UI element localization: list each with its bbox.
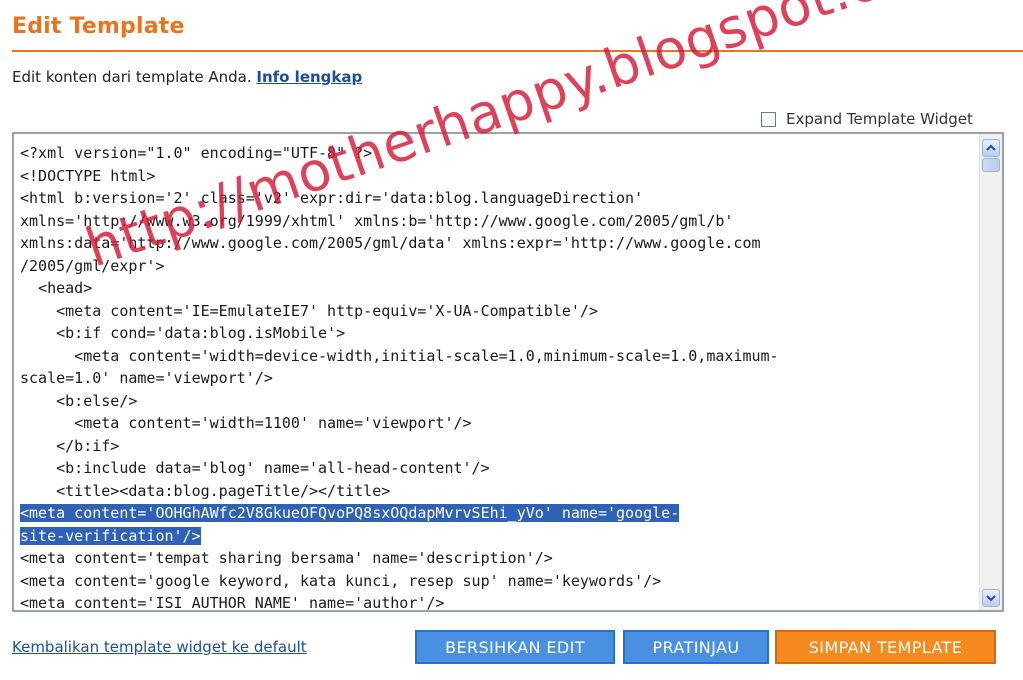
editor-scrollbar[interactable] bbox=[979, 134, 1002, 610]
code-line[interactable]: <meta content='tempat sharing bersama' n… bbox=[20, 547, 972, 570]
scroll-thumb[interactable] bbox=[982, 158, 1000, 172]
code-line[interactable]: <meta content='google keyword, kata kunc… bbox=[20, 570, 972, 593]
code-line[interactable]: <b:else/> bbox=[20, 390, 972, 413]
code-line[interactable]: site-verification'/> bbox=[20, 525, 972, 548]
template-code[interactable]: <?xml version="1.0" encoding="UTF-8" ?> <… bbox=[20, 142, 972, 610]
info-link[interactable]: Info lengkap bbox=[256, 68, 362, 86]
code-line[interactable]: <head> bbox=[20, 277, 972, 300]
code-line[interactable]: <meta content='OOHGhAWfc2V8GkueOFQvoPQ8s… bbox=[20, 502, 972, 525]
code-line[interactable]: xmlns='http://www.w3.org/1999/xhtml' xml… bbox=[20, 210, 972, 233]
code-line[interactable]: <b:if cond='data:blog.isMobile'> bbox=[20, 322, 972, 345]
code-line[interactable]: xmlns:data='http://www.google.com/2005/g… bbox=[20, 232, 972, 255]
code-line[interactable]: <meta content='width=device-width,initia… bbox=[20, 345, 972, 368]
preview-button[interactable]: PRATINJAU bbox=[623, 630, 769, 664]
code-line[interactable]: <b:include data='blog' name='all-head-co… bbox=[20, 457, 972, 480]
chevron-down-icon bbox=[986, 595, 996, 602]
code-line[interactable]: <!DOCTYPE html> bbox=[20, 165, 972, 188]
chevron-up-icon bbox=[986, 144, 996, 151]
expand-widget-checkbox[interactable] bbox=[761, 111, 776, 127]
expand-widget-label: Expand Template Widget bbox=[786, 110, 973, 128]
code-line[interactable]: /2005/gml/expr'> bbox=[20, 255, 972, 278]
intro-text: Edit konten dari template Anda. Info len… bbox=[12, 68, 362, 86]
save-template-button[interactable]: SIMPAN TEMPLATE bbox=[775, 630, 996, 664]
code-line[interactable]: <meta content='IE=EmulateIE7' http-equiv… bbox=[20, 300, 972, 323]
restore-default-link[interactable]: Kembalikan template widget ke default bbox=[12, 638, 307, 656]
expand-widget-option[interactable]: Expand Template Widget bbox=[761, 110, 973, 128]
code-line[interactable]: </b:if> bbox=[20, 435, 972, 458]
page-title: Edit Template bbox=[12, 14, 185, 39]
code-line[interactable]: scale=1.0' name='viewport'/> bbox=[20, 367, 972, 390]
title-divider bbox=[12, 50, 1023, 52]
scroll-up-button[interactable] bbox=[982, 139, 1000, 157]
code-line[interactable]: <?xml version="1.0" encoding="UTF-8" ?> bbox=[20, 142, 972, 165]
code-line[interactable]: <title><data:blog.pageTitle/></title> bbox=[20, 480, 972, 503]
code-line[interactable]: <html b:version='2' class='v2' expr:dir=… bbox=[20, 187, 972, 210]
code-line[interactable]: <meta content='width=1100' name='viewpor… bbox=[20, 412, 972, 435]
template-editor[interactable]: <?xml version="1.0" encoding="UTF-8" ?> <… bbox=[12, 132, 1004, 612]
clear-edit-button[interactable]: BERSIHKAN EDIT bbox=[415, 630, 615, 664]
code-line[interactable]: <meta content='ISI AUTHOR NAME' name='au… bbox=[20, 592, 972, 610]
intro-description: Edit konten dari template Anda. bbox=[12, 68, 257, 86]
scroll-down-button[interactable] bbox=[982, 589, 1000, 607]
